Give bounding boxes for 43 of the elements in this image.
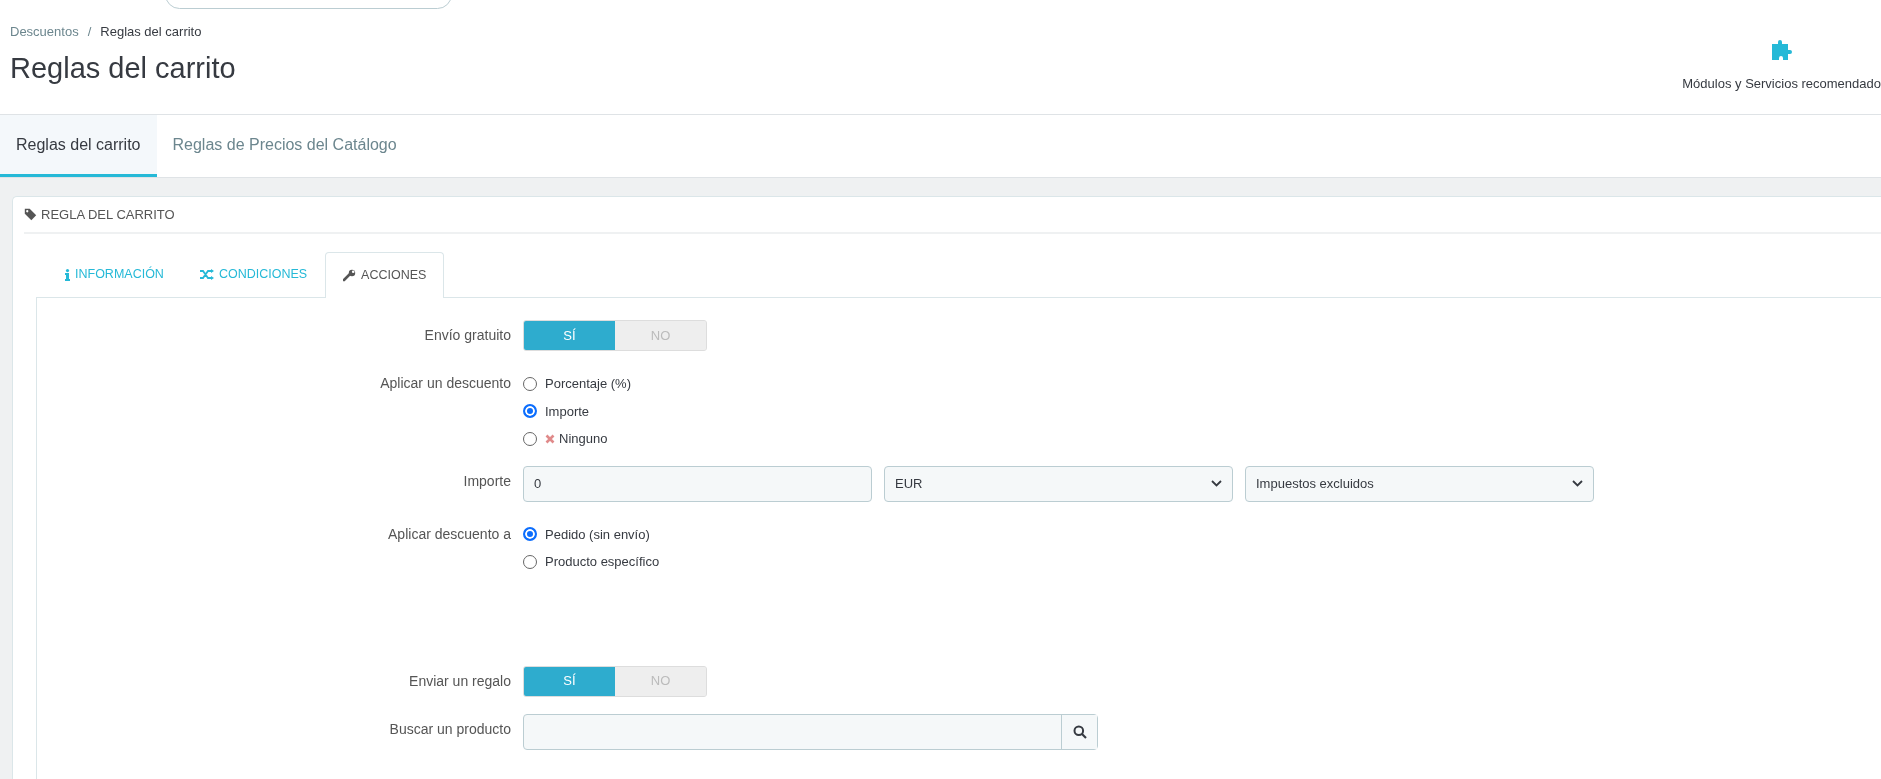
breadcrumb-current: Reglas del carrito bbox=[100, 24, 202, 39]
page-title: Reglas del carrito bbox=[10, 50, 236, 86]
radio-button[interactable] bbox=[523, 554, 537, 569]
field-label: Aplicar un descuento bbox=[379, 374, 512, 393]
radio-label: Pedido (sin envío) bbox=[545, 525, 650, 544]
wrench-icon bbox=[343, 269, 357, 282]
radio-button[interactable] bbox=[523, 376, 537, 391]
switch-option[interactable]: SÍ bbox=[524, 666, 615, 696]
switch-option[interactable]: SÍ bbox=[524, 321, 615, 350]
page-tab[interactable]: Reglas de Precios del Catálogo bbox=[156, 115, 413, 177]
shuffle-icon bbox=[199, 269, 214, 280]
panel-title: REGLA DEL CARRITO bbox=[41, 205, 175, 224]
radio-label: Producto específico bbox=[545, 553, 660, 571]
select-field[interactable]: Impuestos excluidos bbox=[1245, 465, 1594, 502]
breadcrumb-link[interactable]: Descuentos bbox=[10, 24, 79, 39]
field-label: Importe bbox=[462, 471, 512, 491]
recommended-modules-button[interactable]: Módulos y Servicios recomendado bbox=[1682, 38, 1881, 94]
info-icon bbox=[65, 268, 70, 281]
radio-label: Ninguno bbox=[559, 430, 608, 448]
tag-icon bbox=[24, 208, 37, 221]
cross-icon bbox=[545, 433, 555, 444]
chevron-down-icon bbox=[1211, 480, 1222, 487]
chevron-down-icon bbox=[1572, 480, 1583, 487]
form-tab[interactable]: INFORMACIÓN bbox=[47, 251, 182, 297]
form-tab[interactable]: ACCIONES bbox=[325, 252, 445, 298]
amount-field[interactable]: 0 bbox=[523, 465, 872, 502]
field-label: Enviar un regalo bbox=[408, 671, 512, 691]
search-icon bbox=[1072, 724, 1087, 739]
page-tab[interactable]: Reglas del carrito bbox=[0, 115, 157, 177]
radio-label: Importe bbox=[545, 402, 590, 421]
radio-button[interactable] bbox=[523, 527, 537, 542]
field-label: Envío gratuito bbox=[423, 326, 512, 345]
radio-button[interactable] bbox=[523, 431, 537, 446]
product-search-field[interactable] bbox=[523, 713, 1098, 750]
form-tab[interactable]: CONDICIONES bbox=[181, 251, 326, 297]
field-label: Buscar un producto bbox=[388, 719, 512, 739]
breadcrumb-separator: / bbox=[87, 24, 92, 39]
field-label: Aplicar descuento a bbox=[387, 524, 512, 544]
radio-button[interactable] bbox=[523, 404, 537, 419]
radio-label: Porcentaje (%) bbox=[545, 375, 631, 393]
search-button[interactable] bbox=[1061, 714, 1097, 749]
select-field[interactable]: EUR bbox=[884, 465, 1233, 502]
puzzle-icon bbox=[1769, 38, 1794, 62]
